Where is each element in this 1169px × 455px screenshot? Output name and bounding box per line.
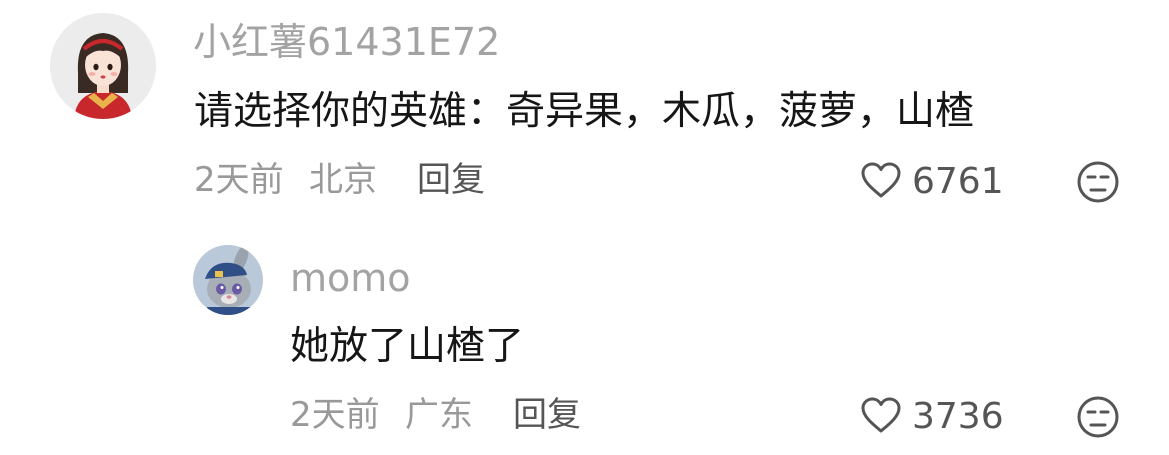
reply-button[interactable]: 回复 bbox=[417, 158, 485, 202]
reply-location: 广东 bbox=[405, 395, 473, 435]
comment-location: 北京 bbox=[309, 160, 377, 200]
like-count: 6761 bbox=[912, 161, 1004, 202]
dislike-button[interactable] bbox=[1076, 160, 1120, 208]
dislike-button[interactable] bbox=[1076, 395, 1120, 443]
like-button[interactable]: 3736 bbox=[860, 395, 1004, 439]
reply-button[interactable]: 回复 bbox=[513, 393, 581, 437]
reply-time: 2天前 bbox=[290, 395, 380, 435]
like-button[interactable]: 6761 bbox=[860, 160, 1004, 204]
avatar[interactable] bbox=[193, 245, 263, 315]
reply-text: 她放了山楂了 bbox=[290, 324, 525, 369]
like-count: 3736 bbox=[912, 396, 1004, 437]
unamused-face-icon bbox=[1076, 161, 1120, 208]
comment-text: 请选择你的英雄：奇异果，木瓜，菠萝，山楂 bbox=[194, 89, 975, 134]
reply-item: momo 她放了山楂了 2天前 广东 回复 3736 bbox=[0, 225, 1169, 455]
unamused-face-icon bbox=[1076, 396, 1120, 443]
comment-time: 2天前 bbox=[194, 160, 284, 200]
heart-outline-icon bbox=[860, 161, 902, 203]
comment-item: 小红薯61431E72 请选择你的英雄：奇异果，木瓜，菠萝，山楂 2天前 北京 … bbox=[0, 0, 1169, 225]
reply-username[interactable]: momo bbox=[290, 255, 411, 301]
heart-outline-icon bbox=[860, 396, 902, 438]
comment-username[interactable]: 小红薯61431E72 bbox=[193, 19, 500, 65]
avatar[interactable] bbox=[50, 13, 156, 119]
